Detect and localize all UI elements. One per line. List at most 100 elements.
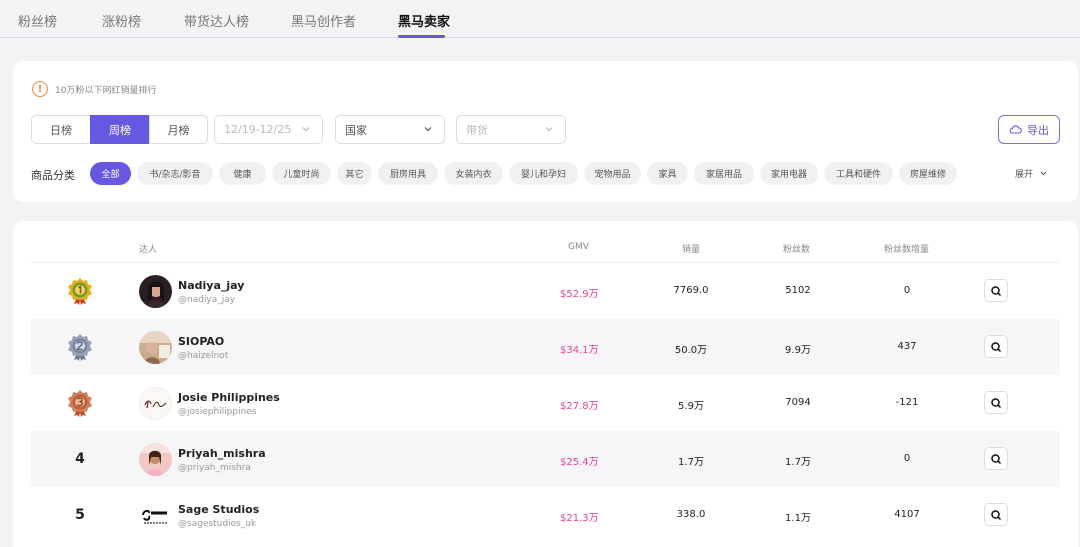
country-value: 国家 xyxy=(345,123,367,137)
creator-name[interactable]: Josie Philippines xyxy=(178,391,280,404)
category-chip-womens-lingerie[interactable]: 女装内衣 xyxy=(444,162,503,185)
gmv-value: $27.8万 xyxy=(560,401,599,412)
tab-dark-horse-sellers[interactable]: 黑马卖家 xyxy=(398,11,450,30)
silver-medal-icon xyxy=(67,333,93,361)
sales-value: 50.0万 xyxy=(674,345,708,356)
avatar xyxy=(139,331,172,364)
creator-name[interactable]: Nadiya_jay xyxy=(178,279,244,292)
header-sales: 销量 xyxy=(682,245,701,255)
magnifier-icon xyxy=(991,397,1002,408)
goods-value: 带货 xyxy=(466,123,488,137)
magnifier-icon xyxy=(991,285,1002,296)
category-chip-other[interactable]: 其它 xyxy=(337,162,372,185)
fans-increase-value: 0 xyxy=(903,285,911,296)
ranking-notice: ! 10万粉以下网红销量排行 xyxy=(32,81,156,97)
creator-handle: @haizelnot xyxy=(178,351,229,361)
sales-value: 7769.0 xyxy=(673,285,709,296)
expand-label: 展开 xyxy=(1015,170,1034,180)
category-chip-furniture[interactable]: 家具 xyxy=(647,162,688,185)
period-week-button[interactable]: 周榜 xyxy=(90,115,150,144)
goods-select[interactable]: 带货 xyxy=(456,115,566,144)
category-chip-kitchenware[interactable]: 厨房用具 xyxy=(378,162,438,185)
bronze-medal-icon xyxy=(67,389,93,417)
category-chip-tools-hardware[interactable]: 工具和硬件 xyxy=(824,162,893,185)
fans-value: 9.9万 xyxy=(785,345,811,356)
view-detail-button[interactable] xyxy=(984,447,1008,470)
rank-number: 4 xyxy=(75,451,85,467)
table-row[interactable]: SIOPAO @haizelnot $34.1万 50.0万 9.9万 437 xyxy=(31,319,1060,375)
avatar xyxy=(139,443,172,476)
category-chip-kids-fashion[interactable]: 儿童时尚 xyxy=(272,162,331,185)
category-chip-home-repair[interactable]: 房屋维修 xyxy=(899,162,957,185)
period-month-button[interactable]: 月榜 xyxy=(149,115,208,144)
avatar xyxy=(139,499,172,532)
creator-handle: @josiephilippines xyxy=(178,407,257,417)
chevron-down-icon xyxy=(424,127,432,132)
active-tab-indicator xyxy=(398,35,445,38)
creator-handle: @nadiya_jay xyxy=(178,295,236,305)
header-creator: 达人 xyxy=(139,245,158,255)
table-row[interactable]: 4 Priyah_mishra @priyah_mishra $25.4万 1.… xyxy=(31,431,1060,487)
gmv-value: $34.1万 xyxy=(560,345,599,356)
gmv-value: $21.3万 xyxy=(560,513,599,524)
fans-value: 1.7万 xyxy=(785,457,811,468)
top-tab-bar: 粉丝榜 涨粉榜 带货达人榜 黑马创作者 黑马卖家 xyxy=(0,0,1080,38)
view-detail-button[interactable] xyxy=(984,279,1008,302)
magnifier-icon xyxy=(991,509,1002,520)
country-select[interactable]: 国家 xyxy=(335,115,445,144)
rank-number: 5 xyxy=(75,507,85,523)
creator-name[interactable]: Sage Studios xyxy=(178,503,259,516)
gmv-value: $52.9万 xyxy=(560,289,599,300)
header-gmv: GMV xyxy=(568,242,589,252)
period-day-button[interactable]: 日榜 xyxy=(31,115,91,144)
filters-panel: ! 10万粉以下网红销量排行 日榜 周榜 月榜 12/19-12/25 国家 带… xyxy=(13,61,1078,202)
view-detail-button[interactable] xyxy=(984,335,1008,358)
chevron-down-icon xyxy=(1040,171,1047,176)
table-row[interactable]: Nadiya_jay @nadiya_jay $52.9万 7769.0 510… xyxy=(31,263,1060,319)
view-detail-button[interactable] xyxy=(984,391,1008,414)
sales-value: 5.9万 xyxy=(678,401,704,412)
avatar xyxy=(139,275,172,308)
chevron-down-icon xyxy=(545,127,553,132)
avatar xyxy=(139,387,172,420)
magnifier-icon xyxy=(991,341,1002,352)
creator-handle: @priyah_mishra xyxy=(178,463,251,473)
fans-increase-value: -121 xyxy=(895,397,919,408)
fans-increase-value: 4107 xyxy=(894,509,920,520)
warning-circle-icon: ! xyxy=(32,81,48,97)
ranking-table: 达人 GMV 销量 粉丝数 粉丝数增量 Nadiya_jay @nadiya_j… xyxy=(13,221,1078,547)
sales-value: 338.0 xyxy=(676,509,706,520)
date-range-value: 12/19-12/25 xyxy=(224,123,292,136)
tab-sales-creators[interactable]: 带货达人榜 xyxy=(184,11,249,30)
tab-fans[interactable]: 粉丝榜 xyxy=(18,11,57,30)
tab-dark-horse-creators[interactable]: 黑马创作者 xyxy=(291,11,356,30)
creator-name[interactable]: SIOPAO xyxy=(178,335,224,348)
category-chip-baby-maternity[interactable]: 婴儿和孕妇 xyxy=(509,162,578,185)
header-fans-increase: 粉丝数增量 xyxy=(884,245,930,255)
fans-value: 7094 xyxy=(785,397,811,408)
category-chip-home-goods[interactable]: 家居用品 xyxy=(694,162,754,185)
notice-text: 10万粉以下网红销量排行 xyxy=(55,85,157,96)
export-label: 导出 xyxy=(1027,123,1049,137)
creator-handle: @sagestudios_uk xyxy=(178,519,257,529)
cloud-download-icon xyxy=(1009,125,1022,134)
gold-medal-icon xyxy=(67,277,93,305)
category-chip-health[interactable]: 健康 xyxy=(219,162,266,185)
sales-value: 1.7万 xyxy=(678,457,704,468)
category-chip-appliances[interactable]: 家用电器 xyxy=(760,162,818,185)
table-row[interactable]: Josie Philippines @josiephilippines $27.… xyxy=(31,375,1060,431)
fans-value: 1.1万 xyxy=(785,513,811,524)
table-row[interactable]: 5 Sage Studios @sagestudios_uk $21.3万 33… xyxy=(31,487,1060,543)
gmv-value: $25.4万 xyxy=(560,457,599,468)
date-range-select[interactable]: 12/19-12/25 xyxy=(214,115,323,144)
view-detail-button[interactable] xyxy=(984,503,1008,526)
fans-increase-value: 0 xyxy=(903,453,911,464)
fans-value: 5102 xyxy=(785,285,811,296)
creator-name[interactable]: Priyah_mishra xyxy=(178,447,266,460)
category-chip-all[interactable]: 全部 xyxy=(90,162,131,185)
category-chip-books-media[interactable]: 书/杂志/影音 xyxy=(137,162,213,185)
tab-fans-growth[interactable]: 涨粉榜 xyxy=(102,11,141,30)
export-button[interactable]: 导出 xyxy=(998,115,1060,144)
expand-categories-button[interactable]: 展开 xyxy=(1015,167,1048,180)
category-chip-pet-supplies[interactable]: 宠物用品 xyxy=(584,162,641,185)
